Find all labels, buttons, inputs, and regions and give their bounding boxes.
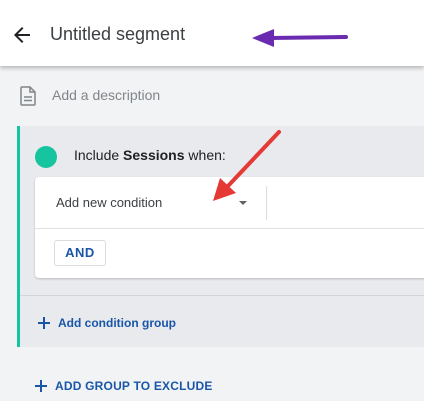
condition-dropdown-label: Add new condition <box>56 195 163 210</box>
include-entity[interactable]: Sessions <box>123 147 184 163</box>
description-row[interactable]: Add a description <box>0 80 424 110</box>
segment-header: Untitled segment <box>0 0 424 66</box>
include-suffix: when: <box>188 147 226 163</box>
include-prefix: Include <box>74 147 120 163</box>
document-icon <box>20 86 36 106</box>
plus-icon <box>35 380 47 392</box>
add-condition-group-button[interactable]: Add condition group <box>37 313 176 333</box>
group-divider <box>20 295 424 296</box>
segment-title[interactable]: Untitled segment <box>50 24 185 45</box>
field-divider <box>266 186 267 220</box>
condition-group: Include Sessions when: Add new condition… <box>17 126 424 347</box>
back-arrow-icon[interactable] <box>10 23 34 47</box>
card-divider <box>35 228 424 229</box>
condition-card: Add new condition AND <box>35 177 424 278</box>
description-input[interactable]: Add a description <box>52 87 160 103</box>
group-status-dot <box>35 146 57 168</box>
add-group-to-exclude-button[interactable]: ADD GROUP TO EXCLUDE <box>34 376 213 396</box>
add-condition-group-label: Add condition group <box>58 316 176 330</box>
condition-dropdown[interactable]: Add new condition <box>35 177 265 225</box>
plus-icon <box>38 317 50 329</box>
caret-down-icon <box>239 201 247 205</box>
add-group-to-exclude-label: ADD GROUP TO EXCLUDE <box>55 379 213 393</box>
include-sessions-label: Include Sessions when: <box>74 147 226 163</box>
and-button[interactable]: AND <box>54 240 106 266</box>
